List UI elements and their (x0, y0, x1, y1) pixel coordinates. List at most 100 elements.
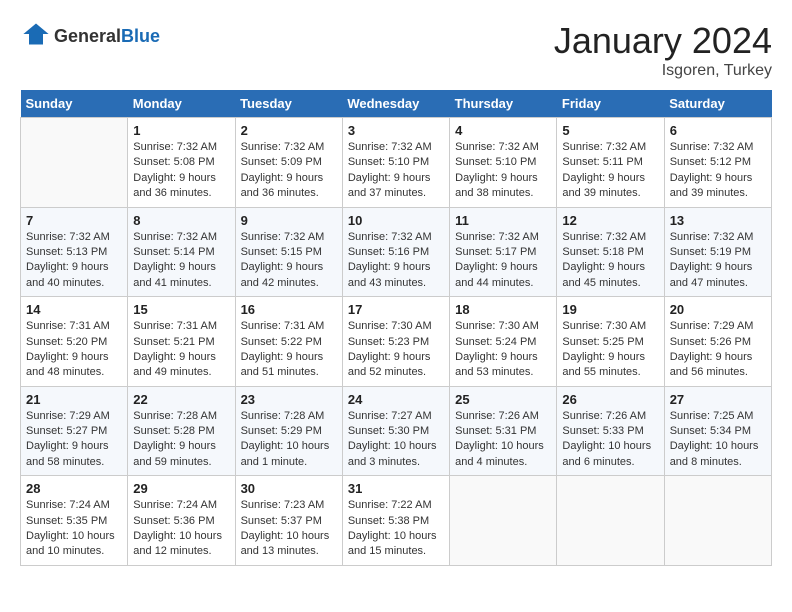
calendar-cell: 12Sunrise: 7:32 AMSunset: 5:18 PMDayligh… (557, 207, 664, 297)
day-info-line: Sunrise: 7:28 AM (241, 409, 337, 424)
day-info: Sunrise: 7:26 AMSunset: 5:33 PMDaylight:… (562, 409, 658, 471)
day-info-line: Daylight: 9 hours (455, 350, 551, 365)
day-info-line: Sunset: 5:33 PM (562, 424, 658, 439)
day-info: Sunrise: 7:29 AMSunset: 5:27 PMDaylight:… (26, 409, 122, 471)
day-info-line: Daylight: 9 hours (348, 350, 444, 365)
calendar-cell: 13 Sunrise: 7:32 AMSunset: 5:19 PMDayligh… (664, 207, 771, 297)
day-info-line: Sunset: 5:16 PM (348, 245, 444, 260)
day-number: 30 (241, 481, 337, 496)
day-number: 13 (670, 213, 766, 228)
day-number: 2 (241, 123, 337, 138)
day-info-line: Sunset: 5:13 PM (26, 245, 122, 260)
day-number: 17 (348, 302, 444, 317)
day-info-line: Sunrise: 7:24 AM (133, 498, 229, 513)
day-info-line: Sunset: 5:17 PM (455, 245, 551, 260)
week-row-2: 7Sunrise: 7:32 AMSunset: 5:13 PMDaylight… (21, 207, 772, 297)
week-row-5: 28 Sunrise: 7:24 AMSunset: 5:35 PMDayligh… (21, 476, 772, 566)
day-info-line: Sunrise: 7:32 AM (241, 140, 337, 155)
day-info-line: and 3 minutes. (348, 455, 444, 470)
day-info-line: Sunset: 5:09 PM (241, 155, 337, 170)
day-number: 11 (455, 213, 551, 228)
calendar-cell: 26 Sunrise: 7:26 AMSunset: 5:33 PMDayligh… (557, 386, 664, 476)
day-info-line: and 15 minutes. (348, 544, 444, 559)
day-info-line: Sunset: 5:12 PM (670, 155, 766, 170)
day-info-line: Sunrise: 7:29 AM (670, 319, 766, 334)
day-info-line: Sunset: 5:08 PM (133, 155, 229, 170)
day-info-line: and 39 minutes. (562, 186, 658, 201)
calendar-cell: 27Sunrise: 7:25 AMSunset: 5:34 PMDayligh… (664, 386, 771, 476)
day-info-line: Sunrise: 7:32 AM (455, 230, 551, 245)
day-info-line: Sunset: 5:22 PM (241, 335, 337, 350)
day-number: 21 (26, 392, 122, 407)
day-info-line: Sunrise: 7:32 AM (348, 230, 444, 245)
calendar-table: SundayMondayTuesdayWednesdayThursdayFrid… (20, 90, 772, 566)
day-info: Sunrise: 7:24 AMSunset: 5:35 PMDaylight:… (26, 498, 122, 560)
day-info-line: and 40 minutes. (26, 276, 122, 291)
day-info-line: and 6 minutes. (562, 455, 658, 470)
calendar-cell: 17Sunrise: 7:30 AMSunset: 5:23 PMDayligh… (342, 297, 449, 387)
day-info-line: and 58 minutes. (26, 455, 122, 470)
day-number: 26 (562, 392, 658, 407)
day-info-line: Sunrise: 7:32 AM (241, 230, 337, 245)
day-info-line: Daylight: 9 hours (562, 350, 658, 365)
calendar-title: January 2024 (554, 20, 772, 62)
day-info-line: and 12 minutes. (133, 544, 229, 559)
day-number: 29 (133, 481, 229, 496)
day-info-line: Sunset: 5:31 PM (455, 424, 551, 439)
day-info-line: and 55 minutes. (562, 365, 658, 380)
day-number: 14 (26, 302, 122, 317)
day-info-line: and 4 minutes. (455, 455, 551, 470)
day-info-line: Sunset: 5:34 PM (670, 424, 766, 439)
day-info-line: and 36 minutes. (133, 186, 229, 201)
day-info-line: and 59 minutes. (133, 455, 229, 470)
calendar-cell: 8Sunrise: 7:32 AMSunset: 5:14 PMDaylight… (128, 207, 235, 297)
calendar-cell: 31Sunrise: 7:22 AMSunset: 5:38 PMDayligh… (342, 476, 449, 566)
calendar-cell: 9Sunrise: 7:32 AMSunset: 5:15 PMDaylight… (235, 207, 342, 297)
day-info: Sunrise: 7:27 AMSunset: 5:30 PMDaylight:… (348, 409, 444, 471)
day-info-line: Sunrise: 7:32 AM (670, 230, 766, 245)
dow-header-wednesday: Wednesday (342, 90, 449, 118)
day-info-line: Sunset: 5:30 PM (348, 424, 444, 439)
calendar-cell: 6Sunrise: 7:32 AMSunset: 5:12 PMDaylight… (664, 118, 771, 208)
calendar-cell: 16Sunrise: 7:31 AMSunset: 5:22 PMDayligh… (235, 297, 342, 387)
day-info-line: Daylight: 10 hours (241, 529, 337, 544)
day-info: Sunrise: 7:32 AMSunset: 5:09 PMDaylight:… (241, 140, 337, 202)
day-info-line: Daylight: 10 hours (348, 439, 444, 454)
day-info-line: and 56 minutes. (670, 365, 766, 380)
day-info-line: and 1 minute. (241, 455, 337, 470)
days-of-week-row: SundayMondayTuesdayWednesdayThursdayFrid… (21, 90, 772, 118)
day-info-line: Daylight: 10 hours (670, 439, 766, 454)
day-info: Sunrise: 7:32 AMSunset: 5:18 PMDaylight:… (562, 230, 658, 292)
day-info: Sunrise: 7:28 AMSunset: 5:28 PMDaylight:… (133, 409, 229, 471)
day-number: 3 (348, 123, 444, 138)
day-info-line: Sunset: 5:29 PM (241, 424, 337, 439)
calendar-subtitle: Isgoren, Turkey (554, 62, 772, 80)
day-info-line: and 13 minutes. (241, 544, 337, 559)
day-info-line: Sunrise: 7:24 AM (26, 498, 122, 513)
day-number: 9 (241, 213, 337, 228)
day-info-line: Daylight: 10 hours (133, 529, 229, 544)
day-info-line: and 49 minutes. (133, 365, 229, 380)
day-info-line: and 47 minutes. (670, 276, 766, 291)
day-number: 5 (562, 123, 658, 138)
day-info: Sunrise: 7:23 AMSunset: 5:37 PMDaylight:… (241, 498, 337, 560)
day-number: 31 (348, 481, 444, 496)
day-info-line: Daylight: 9 hours (133, 260, 229, 275)
day-info: Sunrise: 7:32 AMSunset: 5:10 PMDaylight:… (455, 140, 551, 202)
day-info-line: and 45 minutes. (562, 276, 658, 291)
day-info-line: and 48 minutes. (26, 365, 122, 380)
day-info-line: Sunrise: 7:30 AM (562, 319, 658, 334)
day-info: Sunrise: 7:32 AMSunset: 5:19 PMDaylight:… (670, 230, 766, 292)
day-number: 28 (26, 481, 122, 496)
day-info-line: Sunrise: 7:32 AM (562, 140, 658, 155)
day-info: Sunrise: 7:32 AMSunset: 5:13 PMDaylight:… (26, 230, 122, 292)
week-row-4: 21 Sunrise: 7:29 AMSunset: 5:27 PMDayligh… (21, 386, 772, 476)
day-info-line: Daylight: 9 hours (348, 260, 444, 275)
week-row-1: 1Sunrise: 7:32 AMSunset: 5:08 PMDaylight… (21, 118, 772, 208)
dow-header-tuesday: Tuesday (235, 90, 342, 118)
page-header: GeneralBlue January 2024 Isgoren, Turkey (20, 20, 772, 80)
day-info-line: Sunrise: 7:32 AM (133, 140, 229, 155)
day-info-line: Sunrise: 7:31 AM (241, 319, 337, 334)
day-info-line: Sunrise: 7:27 AM (348, 409, 444, 424)
day-info-line: Daylight: 9 hours (26, 439, 122, 454)
